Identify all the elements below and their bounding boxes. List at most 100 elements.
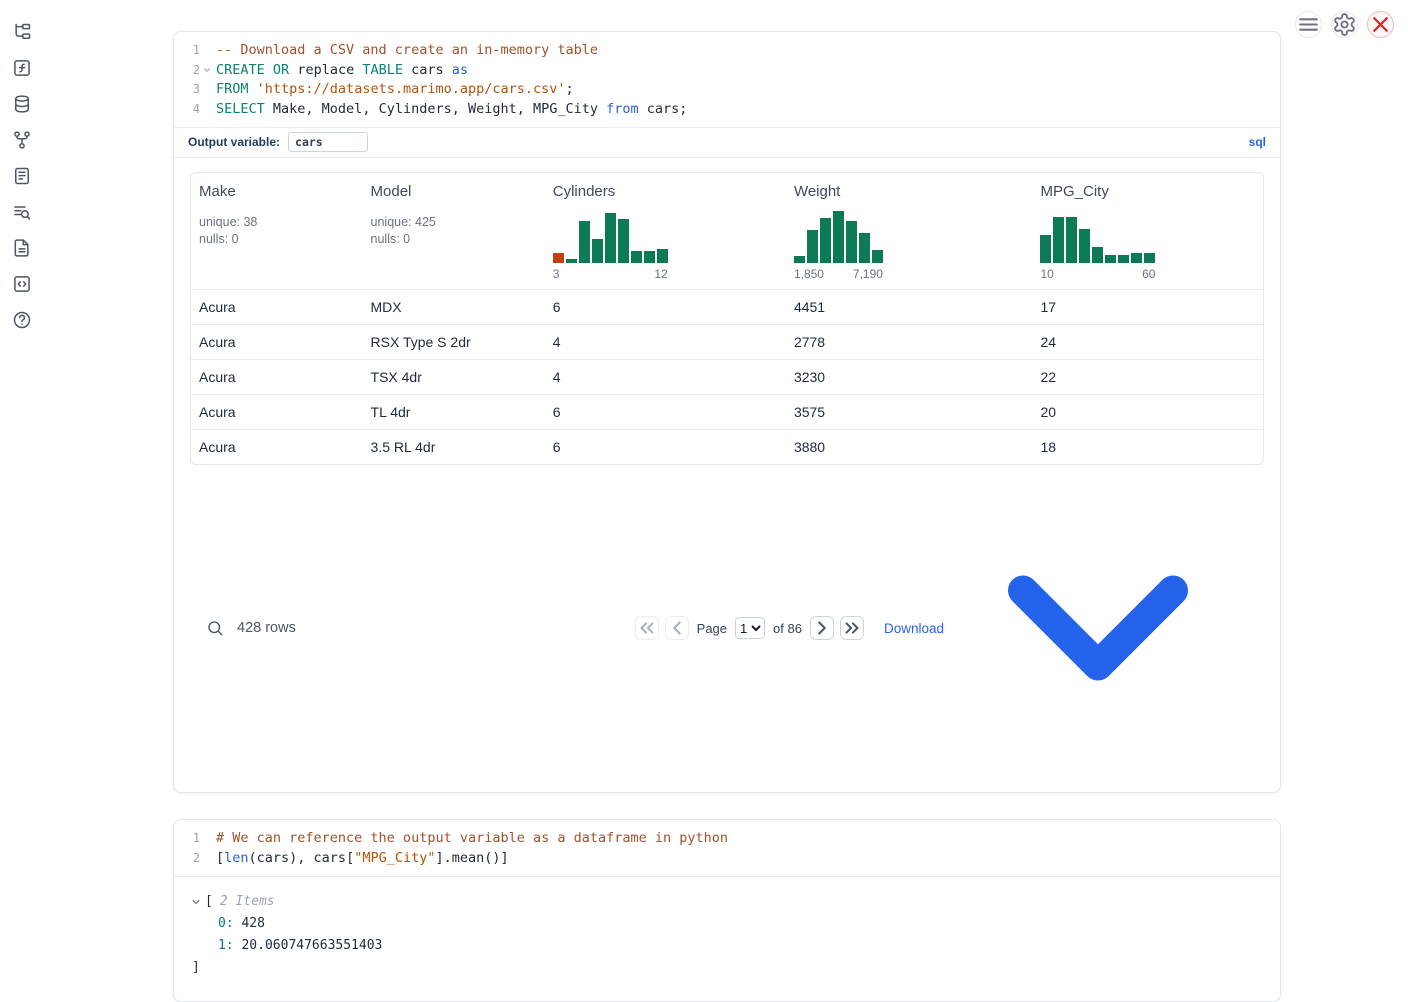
output-variable-label: Output variable: bbox=[188, 135, 280, 149]
column-header-label[interactable]: Make bbox=[199, 183, 236, 200]
histogram-bar bbox=[1144, 253, 1155, 263]
chevron-down-icon bbox=[948, 478, 1248, 778]
column-stats: unique: 425nulls: 0 bbox=[371, 214, 537, 248]
code-line: 2 [len(cars), cars["MPG_City"].mean()] bbox=[180, 849, 1268, 869]
first-page-button[interactable] bbox=[635, 616, 659, 640]
table-cell: Acura bbox=[191, 430, 363, 464]
line-number: 2 bbox=[180, 61, 200, 81]
table-cell: Acura bbox=[191, 290, 363, 324]
code-text: SELECT Make, Model, Cylinders, Weight, M… bbox=[213, 100, 687, 120]
column-header: Model unique: 425nulls: 0 bbox=[363, 173, 545, 289]
snippets-icon[interactable] bbox=[12, 274, 32, 294]
table-cell: 6 bbox=[545, 395, 786, 429]
function-icon[interactable] bbox=[12, 58, 32, 78]
next-page-button[interactable] bbox=[810, 616, 834, 640]
last-page-button[interactable] bbox=[840, 616, 864, 640]
output-list-item: 1: 20.060747663551403 bbox=[190, 935, 1264, 957]
code-line: 2CREATE OR replace TABLE cars as bbox=[180, 61, 1268, 81]
histogram-bar bbox=[605, 213, 616, 263]
page-label: Page bbox=[697, 621, 727, 636]
histogram-bar bbox=[1053, 217, 1064, 263]
row-count: 428 rows bbox=[237, 620, 296, 636]
histogram-bar bbox=[1066, 217, 1077, 263]
column-header: Weight 1,8507,190 bbox=[786, 173, 1033, 289]
table-cell: 4 bbox=[545, 325, 786, 359]
output-variable-bar: Output variable: sql bbox=[174, 127, 1280, 157]
prev-page-button[interactable] bbox=[665, 616, 689, 640]
page-total: of 86 bbox=[773, 621, 802, 636]
histogram-axis: 1060 bbox=[1040, 267, 1155, 281]
python-code-editor[interactable]: 1# We can reference the output variable … bbox=[174, 820, 1280, 876]
table-header-row: Makeunique: 38nulls: 0 Model unique: 425nu… bbox=[191, 173, 1263, 289]
histogram-bar bbox=[1118, 255, 1129, 263]
table-row: AcuraRSX Type S 2dr4277824 bbox=[191, 324, 1263, 359]
line-number: 3 bbox=[180, 80, 200, 100]
table-cell: 18 bbox=[1032, 430, 1262, 464]
dependency-graph-icon[interactable] bbox=[12, 130, 32, 150]
collapse-chevron-icon[interactable] bbox=[190, 896, 202, 908]
code-line: 3FROM 'https://datasets.marimo.app/cars.… bbox=[180, 80, 1268, 100]
code-line: 1# We can reference the output variable … bbox=[180, 829, 1268, 849]
sql-code-editor[interactable]: 1 -- Download a CSV and create an in-memo… bbox=[174, 32, 1280, 127]
table-cell: 4 bbox=[545, 360, 786, 394]
close-button[interactable] bbox=[1367, 11, 1394, 38]
histogram-axis: 312 bbox=[553, 267, 668, 281]
database-icon[interactable] bbox=[12, 94, 32, 114]
pagination: Page 1 of 86 Download bbox=[635, 478, 1248, 778]
python-cell: 1# We can reference the output variable … bbox=[173, 819, 1281, 1002]
code-text: [len(cars), cars["MPG_City"].mean()] bbox=[213, 849, 509, 869]
histogram-bar bbox=[1092, 247, 1103, 263]
python-output: [ 2 Items 0: 4281: 20.060747663551403 ] bbox=[174, 876, 1280, 1001]
table-cell: Acura bbox=[191, 360, 363, 394]
code-text: # We can reference the output variable a… bbox=[213, 829, 728, 849]
column-header: MPG_City 1060 bbox=[1032, 173, 1262, 289]
table-cell: 17 bbox=[1032, 290, 1262, 324]
table-row: AcuraMDX6445117 bbox=[191, 289, 1263, 324]
column-header-label[interactable]: Cylinders bbox=[553, 183, 616, 200]
table-cell: 2778 bbox=[786, 325, 1033, 359]
page-select[interactable]: 1 bbox=[735, 617, 765, 639]
line-number: 1 bbox=[180, 41, 200, 61]
help-icon[interactable] bbox=[12, 310, 32, 330]
data-table: Makeunique: 38nulls: 0 Model unique: 425nu… bbox=[190, 172, 1264, 465]
download-button[interactable]: Download bbox=[884, 478, 1248, 778]
column-header: Makeunique: 38nulls: 0 bbox=[191, 173, 363, 289]
column-header-label[interactable]: MPG_City bbox=[1040, 183, 1108, 200]
table-body: AcuraMDX6445117AcuraRSX Type S 2dr427782… bbox=[191, 289, 1263, 464]
line-number: 2 bbox=[180, 849, 200, 869]
language-badge: sql bbox=[1249, 135, 1266, 149]
table-cell: 3230 bbox=[786, 360, 1033, 394]
sidebar bbox=[0, 0, 44, 330]
line-number: 4 bbox=[180, 100, 200, 120]
column-header-label[interactable]: Weight bbox=[794, 183, 840, 200]
fold-chevron-icon[interactable] bbox=[200, 61, 213, 81]
scratchpad-icon[interactable] bbox=[12, 166, 32, 186]
histogram-bar bbox=[820, 218, 831, 263]
histogram-bar bbox=[657, 249, 668, 263]
topbar-controls bbox=[1295, 11, 1394, 38]
items-count: 2 Items bbox=[220, 891, 275, 913]
histogram-bar bbox=[1040, 235, 1051, 263]
search-icon[interactable] bbox=[206, 619, 224, 637]
table-cell: 22 bbox=[1032, 360, 1262, 394]
table-area: Makeunique: 38nulls: 0 Model unique: 425nu… bbox=[174, 157, 1280, 792]
notebook-main: 1 -- Download a CSV and create an in-memo… bbox=[173, 31, 1281, 1002]
column-header-label[interactable]: Model bbox=[371, 183, 412, 200]
column-histogram: 312 bbox=[553, 211, 668, 281]
histogram-bar bbox=[618, 219, 629, 263]
histogram-bar bbox=[794, 256, 805, 263]
logs-icon[interactable] bbox=[12, 202, 32, 222]
settings-button[interactable] bbox=[1331, 11, 1358, 38]
menu-button[interactable] bbox=[1295, 11, 1322, 38]
histogram-bar bbox=[1105, 255, 1116, 263]
documentation-icon[interactable] bbox=[12, 238, 32, 258]
code-text: -- Download a CSV and create an in-memor… bbox=[213, 41, 598, 61]
file-tree-icon[interactable] bbox=[12, 22, 32, 42]
table-cell: 6 bbox=[545, 430, 786, 464]
output-variable-input[interactable] bbox=[288, 132, 368, 152]
table-footer: 428 rows Page 1 of 86 Download bbox=[190, 465, 1264, 792]
histogram-bar bbox=[859, 233, 870, 263]
column-histogram: 1,8507,190 bbox=[794, 211, 883, 281]
histogram-bar bbox=[872, 250, 883, 263]
table-cell: 4451 bbox=[786, 290, 1033, 324]
